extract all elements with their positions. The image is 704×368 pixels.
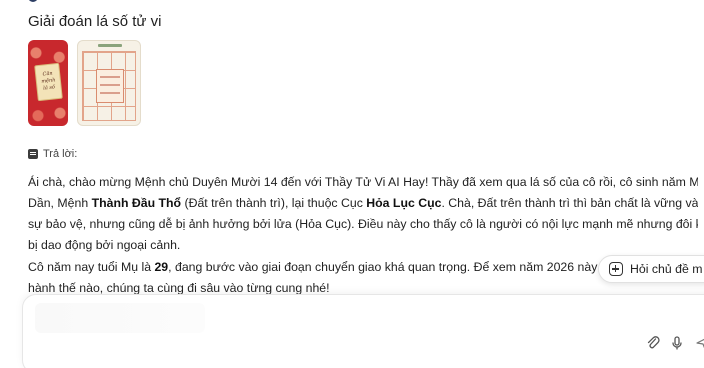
message-composer <box>22 294 704 368</box>
text-segment: Dần, Mệnh <box>28 196 92 210</box>
bold-age: 29 <box>154 260 169 274</box>
previous-message-edge <box>22 0 62 4</box>
answer-line: Ái chà, chào mừng Mệnh chủ Duyên Mười 14… <box>28 175 698 189</box>
microphone-icon[interactable] <box>669 335 685 351</box>
attachment-thumbnail-1[interactable]: Căn mệnh lá số <box>28 40 68 126</box>
answer-paragraph-2: Cô năm nay tuổi Mụ là 29, đang bước vào … <box>28 257 698 299</box>
chart-line <box>100 84 120 86</box>
user-avatar-icon <box>28 0 38 2</box>
conversation-title: Giải đoán lá số tử vi <box>28 13 162 30</box>
answer-line: Dần, Mệnh Thành Đầu Thổ (Đất trên thành … <box>28 193 698 214</box>
chart-line <box>100 92 120 94</box>
scroll-graphic: Căn mệnh lá số <box>34 62 63 102</box>
suggestion-chip-label: Hỏi chủ đề m <box>630 262 703 276</box>
answer-label: Trả lời: <box>28 148 77 160</box>
answer-line: sự bảo vệ, nhưng cũng dễ bị ảnh hưởng bở… <box>28 214 698 235</box>
text-segment: , đang bước vào giai đoạn chuyển giao kh… <box>168 260 612 274</box>
send-icon[interactable] <box>695 335 704 351</box>
bold-cuc: Hỏa Lục Cục <box>366 196 442 210</box>
text-segment: (Đất trên thành trì), lại thuộc Cục <box>181 196 367 210</box>
answer-paragraph-1: Ái chà, chào mừng Mệnh chủ Duyên Mười 14… <box>28 172 698 256</box>
attachment-thumbnail-2[interactable] <box>77 40 141 126</box>
text-segment: sự bảo vệ, nhưng cũng dễ bị ảnh hưởng bở… <box>28 217 698 231</box>
answer-label-text: Trả lời: <box>43 148 78 160</box>
answer-line: bị dao động bởi ngoại cảnh. <box>28 238 181 252</box>
chart-center-box <box>96 69 124 103</box>
message-input[interactable] <box>35 303 205 333</box>
suggestion-chip[interactable]: Hỏi chủ đề m <box>598 255 704 283</box>
scroll-text: Căn mệnh lá số <box>41 70 56 92</box>
text-segment: . Chà, Đất trên thành trì thì bản chất l… <box>441 196 698 210</box>
chart-line <box>100 76 120 78</box>
chart-header <box>98 44 122 47</box>
paperclip-icon[interactable] <box>645 335 661 351</box>
answer-icon <box>28 149 38 159</box>
text-segment: Cô năm nay tuổi Mụ là <box>28 260 155 274</box>
plus-square-icon <box>609 262 623 276</box>
bold-menh: Thành Đầu Thổ <box>91 196 182 210</box>
